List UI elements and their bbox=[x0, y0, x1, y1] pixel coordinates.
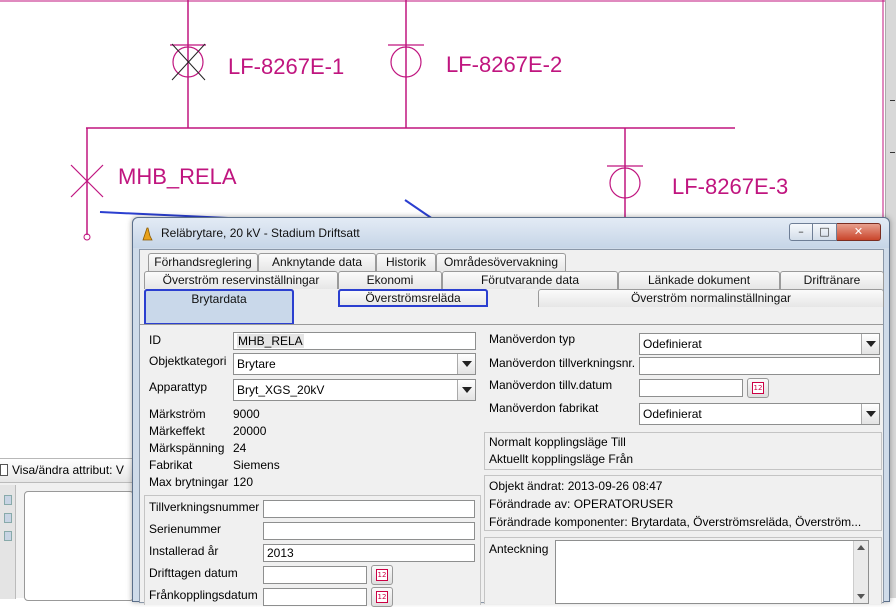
markstrom-value: 9000 bbox=[233, 407, 260, 421]
minimize-button[interactable]: – bbox=[789, 223, 813, 241]
tillv-datum-label: Manöverdon tillv.datum bbox=[489, 378, 613, 392]
tab-separator bbox=[140, 324, 883, 325]
maximize-button[interactable]: □ bbox=[813, 223, 837, 241]
relay-breaker-dialog: Reläbrytare, 20 kV - Stadium Driftsatt –… bbox=[132, 217, 890, 607]
tab-overstromsrelada[interactable]: Överströmsreläda bbox=[338, 289, 488, 307]
manoverdon-fabrikat-label: Manöverdon fabrikat bbox=[489, 401, 599, 415]
calendar-icon: 12 bbox=[752, 382, 764, 394]
left-installation-panel: Tillverkningsnummer Serienummer Installe… bbox=[144, 495, 481, 607]
tab-ekonomi[interactable]: Ekonomi bbox=[338, 271, 442, 289]
chevron-down-icon[interactable] bbox=[457, 380, 475, 400]
background-window: Visa/ändra attribut: V bbox=[0, 458, 140, 601]
maxbryt-label: Max brytningar bbox=[149, 475, 229, 489]
markspanning-label: Märkspänning bbox=[149, 441, 225, 455]
frankoppling-label: Frånkopplingsdatum bbox=[149, 588, 258, 602]
anteckning-textarea[interactable] bbox=[555, 540, 869, 604]
fabrikat-label: Fabrikat bbox=[149, 458, 193, 472]
installerad-label: Installerad år bbox=[149, 544, 219, 558]
note-panel: Anteckning bbox=[484, 537, 882, 604]
tillverkningsnr-field[interactable] bbox=[639, 357, 880, 375]
objekt-andrat: Objekt ändrat: 2013-09-26 08:47 bbox=[489, 479, 663, 493]
anteckning-scrollbar[interactable] bbox=[853, 541, 868, 603]
tab-lankade-dokument[interactable]: Länkade dokument bbox=[618, 271, 780, 289]
dialog-titlebar[interactable]: Reläbrytare, 20 kV - Stadium Driftsatt –… bbox=[133, 218, 889, 248]
tillv-datum-calendar-button[interactable]: 12 bbox=[747, 378, 769, 398]
normalt-kopplingslage: Normalt kopplingsläge Till bbox=[489, 435, 626, 449]
drifttagen-calendar-button[interactable]: 12 bbox=[371, 565, 393, 585]
calendar-icon: 12 bbox=[376, 569, 388, 581]
tab-historik[interactable]: Historik bbox=[376, 253, 436, 271]
dialog-client-area: Förhandsreglering Anknytande data Histor… bbox=[139, 249, 884, 607]
manoverdon-typ-label: Manöverdon typ bbox=[489, 332, 576, 346]
apparattyp-label: Apparattyp bbox=[149, 380, 208, 394]
tillverkningsnummer-label: Tillverkningsnummer bbox=[149, 500, 260, 514]
scroll-up-icon[interactable] bbox=[857, 545, 865, 550]
background-content bbox=[24, 491, 134, 601]
switch-state-panel: Normalt kopplingsläge Till Aktuellt kopp… bbox=[484, 432, 882, 470]
maxbryt-value: 120 bbox=[233, 475, 254, 489]
background-side-toolbar bbox=[0, 485, 16, 599]
drifttagen-label: Drifttagen datum bbox=[149, 566, 238, 580]
serienummer-label: Serienummer bbox=[149, 522, 222, 536]
tab-brytardata[interactable]: Brytardata bbox=[144, 289, 294, 325]
objektkategori-select[interactable]: Brytare bbox=[233, 353, 476, 375]
markeffekt-value: 20000 bbox=[233, 424, 267, 438]
toolbar-icon[interactable] bbox=[4, 531, 12, 541]
frankoppling-field[interactable] bbox=[263, 588, 367, 606]
tab-forutvarande-data[interactable]: Förutvarande data bbox=[442, 271, 618, 289]
id-field[interactable]: MHB_RELA bbox=[233, 332, 476, 350]
tab-omradesovervakning[interactable]: Områdesövervakning bbox=[436, 253, 566, 271]
fabrikat-value: Siemens bbox=[233, 458, 280, 472]
tab-overstrom-reservinstallningar[interactable]: Överström reservinställningar bbox=[144, 271, 338, 289]
forandrade-av: Förändrade av: OPERATORUSER bbox=[489, 497, 674, 511]
right-operator-panel: Manöverdon typ Odefinierat Manöverdon ti… bbox=[484, 328, 882, 426]
anteckning-label: Anteckning bbox=[489, 542, 549, 556]
label-mhb-rela: MHB_RELA bbox=[118, 164, 237, 189]
chevron-down-icon[interactable] bbox=[457, 354, 475, 374]
label-lf-8267e-2: LF-8267E-2 bbox=[446, 52, 563, 77]
tab-overstrom-normalinstallningar[interactable]: Överström normalinställningar bbox=[538, 289, 884, 307]
tillverkningsnummer-field[interactable] bbox=[263, 500, 475, 518]
apparattyp-select[interactable]: Bryt_XGS_20kV bbox=[233, 379, 476, 401]
markstrom-label: Märkström bbox=[149, 407, 206, 421]
chevron-down-icon[interactable] bbox=[861, 404, 879, 424]
id-label: ID bbox=[149, 333, 161, 347]
toolbar-icon[interactable] bbox=[4, 513, 12, 523]
forandrade-komponenter: Förändrade komponenter: Brytardata, Över… bbox=[489, 515, 862, 529]
chevron-down-icon[interactable] bbox=[861, 334, 879, 354]
tab-driftraknare[interactable]: Driftränare bbox=[780, 271, 884, 289]
tillv-datum-field[interactable] bbox=[639, 379, 743, 397]
frankoppling-calendar-button[interactable]: 12 bbox=[371, 587, 393, 607]
app-icon bbox=[142, 227, 153, 241]
tab-forhandsreglering[interactable]: Förhandsreglering bbox=[148, 253, 258, 271]
calendar-icon: 12 bbox=[376, 591, 388, 603]
left-identity-panel: ID MHB_RELA Objektkategori Brytare Appar… bbox=[144, 328, 481, 490]
dialog-title: Reläbrytare, 20 kV - Stadium Driftsatt bbox=[161, 226, 360, 240]
aktuellt-kopplingslage: Aktuellt kopplingsläge Från bbox=[489, 452, 634, 466]
tab-anknytande-data[interactable]: Anknytande data bbox=[258, 253, 376, 271]
change-info-panel: Objekt ändrat: 2013-09-26 08:47 Förändra… bbox=[484, 475, 882, 531]
manoverdon-typ-select[interactable]: Odefinierat bbox=[639, 333, 880, 355]
label-lf-8267e-3: LF-8267E-3 bbox=[672, 174, 789, 199]
drifttagen-field[interactable] bbox=[263, 566, 367, 584]
objektkategori-label: Objektkategori bbox=[149, 354, 227, 368]
document-icon bbox=[0, 464, 8, 476]
manoverdon-fabrikat-select[interactable]: Odefinierat bbox=[639, 403, 880, 425]
scroll-down-icon[interactable] bbox=[857, 594, 865, 599]
installerad-field[interactable]: 2013 bbox=[263, 544, 475, 562]
serienummer-field[interactable] bbox=[263, 522, 475, 540]
close-button[interactable]: ✕ bbox=[837, 223, 881, 241]
label-lf-8267e-1: LF-8267E-1 bbox=[228, 54, 345, 79]
tillverkningsnr-label: Manöverdon tillverkningsnr. bbox=[489, 356, 636, 370]
markspanning-value: 24 bbox=[233, 441, 247, 455]
toolbar-icon[interactable] bbox=[4, 495, 12, 505]
background-window-title[interactable]: Visa/ändra attribut: V bbox=[0, 459, 140, 483]
markeffekt-label: Märkeffekt bbox=[149, 424, 205, 438]
